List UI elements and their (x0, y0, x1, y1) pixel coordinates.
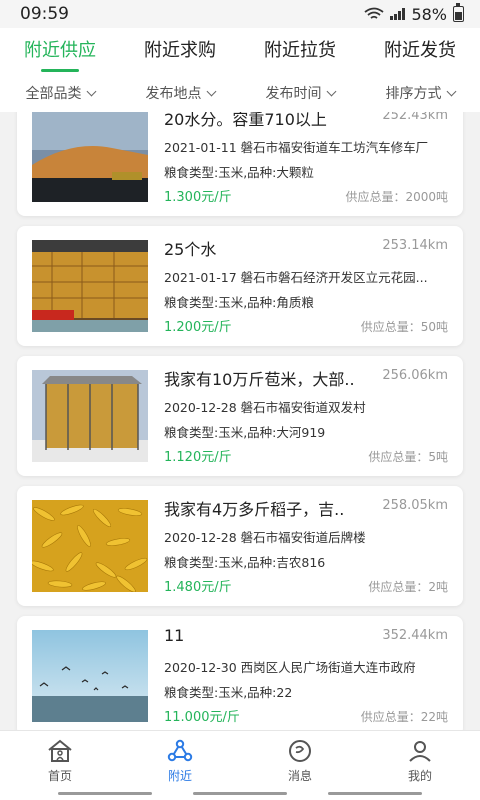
system-nav-bar (0, 786, 480, 800)
listing-price: 1.120元/斤 (164, 450, 232, 465)
listing-distance: 253.14km (382, 238, 448, 253)
tab-nearby-supply[interactable]: 附近供应 (0, 28, 120, 74)
listing-grain-type: 粮食类型:玉米,品种:大颗粒 (164, 165, 314, 180)
status-icons: 58% (364, 3, 464, 24)
nav-nearby-label: 附近 (167, 769, 192, 783)
top-tabs: 附近供应 附近求购 附近拉货 附近发货 (0, 28, 480, 74)
listing-price: 1.480元/斤 (164, 580, 232, 595)
list-item[interactable]: 20水分。容重710以上 252.43km 2021-01-11 磐石市福安街道… (17, 112, 463, 216)
message-icon (289, 740, 311, 762)
tab-nearby-purchase[interactable]: 附近求购 (120, 28, 240, 74)
filter-sort[interactable]: 排序方式 (360, 83, 480, 103)
filter-location[interactable]: 发布地点 (120, 83, 240, 103)
listing-photo (32, 630, 148, 722)
listing-date-location: 2021-01-11 磐石市福安街道车工坊汽车修车厂 (164, 140, 429, 155)
listing-distance: 256.06km (382, 368, 448, 383)
wifi-icon (364, 7, 384, 19)
nav-gesture-pill (328, 792, 422, 795)
listing-distance: 352.44km (382, 628, 448, 643)
nearby-icon (167, 739, 193, 762)
chevron-down-icon (326, 86, 336, 96)
home-icon (48, 739, 72, 762)
battery-icon (453, 3, 464, 22)
filter-sort-label: 排序方式 (385, 86, 442, 102)
status-bar: 09:59 58% (0, 0, 480, 28)
list-item[interactable]: 11 352.44km 2020-12-30 西岗区人民广场街道大连市政府 粮食… (17, 616, 463, 730)
listing-grain-type: 粮食类型:玉米,品种:22 (164, 685, 293, 700)
tab-nearby-haul[interactable]: 附近拉货 (240, 28, 360, 74)
filter-time-label: 发布时间 (265, 86, 322, 102)
listing-grain-type: 粮食类型:玉米,品种:角质粮 (164, 295, 314, 310)
list-item[interactable]: 25个水 253.14km 2021-01-17 磐石市磐石经济开发区立元花园.… (17, 226, 463, 346)
listing-date-location: 2020-12-28 磐石市福安街道后牌楼 (164, 530, 366, 545)
listing-title: 我家有10万斤苞米，大部.. (164, 370, 355, 389)
listing-photo (32, 112, 148, 202)
listing-distance: 252.43km (382, 112, 448, 123)
tab-nearby-ship[interactable]: 附近发货 (360, 28, 480, 74)
filter-location-label: 发布地点 (145, 86, 202, 102)
listing-title: 25个水 (164, 240, 217, 259)
chevron-down-icon (86, 86, 96, 96)
listing-supply: 供应总量：2吨 (368, 580, 448, 594)
listing-date-location: 2020-12-28 磐石市福安街道双发村 (164, 400, 366, 415)
listing-date-location: 2020-12-30 西岗区人民广场街道大连市政府 (164, 660, 416, 675)
listing-supply: 供应总量：22吨 (360, 710, 448, 724)
nav-home-label: 首页 (47, 769, 72, 783)
nav-gesture-pill (193, 792, 287, 795)
header: 附近供应 附近求购 附近拉货 附近发货 全部品类 发布地点 发布时间 排序方式 (0, 28, 480, 112)
listing-price: 11.000元/斤 (164, 710, 240, 725)
listing-supply: 供应总量：50吨 (360, 320, 448, 334)
chevron-down-icon (206, 86, 216, 96)
filter-category-label: 全部品类 (25, 86, 82, 102)
list-item[interactable]: 我家有4万多斤稻子，吉.. 258.05km 2020-12-28 磐石市福安街… (17, 486, 463, 606)
listing-title: 我家有4万多斤稻子，吉.. (164, 500, 345, 519)
listing-distance: 258.05km (382, 498, 448, 513)
nav-messages-label: 消息 (287, 769, 312, 783)
listing-photo (32, 240, 148, 332)
list-item[interactable]: 我家有10万斤苞米，大部.. 256.06km 2020-12-28 磐石市福安… (17, 356, 463, 476)
listing-price: 1.300元/斤 (164, 190, 232, 205)
listing-title: 11 (164, 626, 185, 645)
profile-icon (409, 741, 431, 762)
listing-supply: 供应总量：5吨 (368, 450, 448, 464)
listing-price: 1.200元/斤 (164, 320, 232, 335)
nav-gesture-pill (58, 792, 152, 795)
listing-photo (32, 500, 148, 592)
listing-photo (32, 370, 148, 462)
battery-percent: 58% (411, 4, 447, 24)
listing-grain-type: 粮食类型:玉米,品种:大河919 (164, 425, 326, 440)
filter-bar: 全部品类 发布地点 发布时间 排序方式 (0, 74, 480, 112)
filter-time[interactable]: 发布时间 (240, 83, 360, 103)
listing-title: 20水分。容重710以上 (164, 112, 327, 129)
filter-category[interactable]: 全部品类 (0, 83, 120, 103)
signal-icon (390, 8, 406, 20)
listing-supply: 供应总量：2000吨 (345, 190, 448, 204)
status-time: 09:59 (20, 4, 69, 24)
listing-list[interactable]: 20水分。容重710以上 252.43km 2021-01-11 磐石市福安街道… (0, 112, 480, 730)
listing-date-location: 2021-01-17 磐石市磐石经济开发区立元花园... (164, 270, 428, 285)
listing-grain-type: 粮食类型:玉米,品种:吉农816 (164, 555, 326, 570)
nav-profile-label: 我的 (407, 769, 432, 783)
chevron-down-icon (446, 86, 456, 96)
